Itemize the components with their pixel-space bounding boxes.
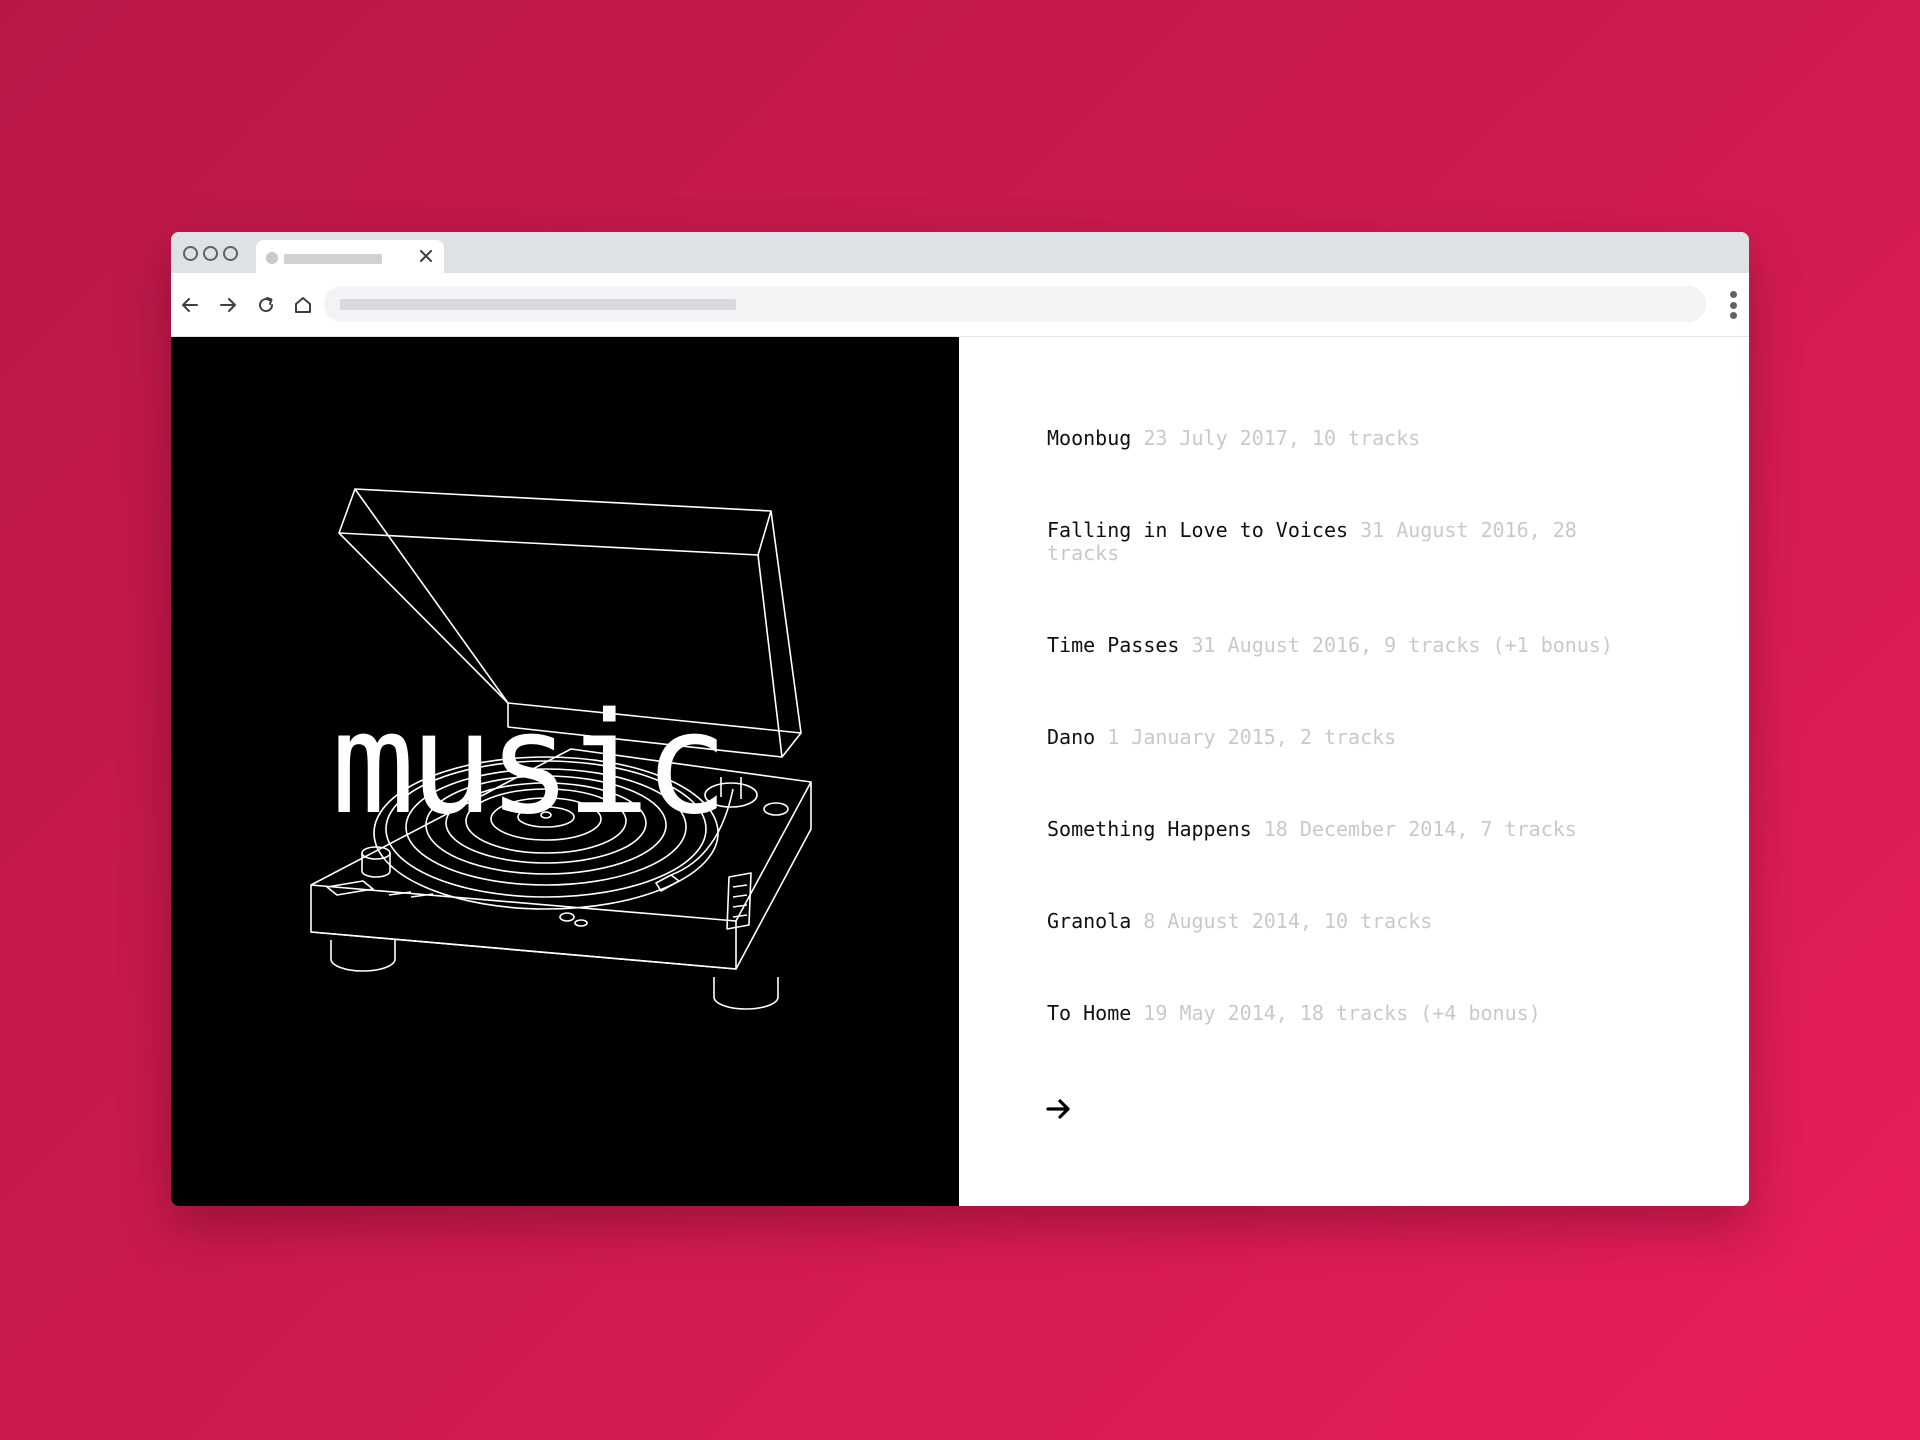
album-name[interactable]: Granola bbox=[1047, 909, 1131, 933]
album-item[interactable]: Something Happens 18 December 2014, 7 tr… bbox=[1047, 818, 1637, 841]
browser-window: music Moonbug 23 July 2017, 10 tracks Fal… bbox=[171, 232, 1749, 1206]
forward-arrow-icon[interactable] bbox=[216, 293, 240, 317]
hero-title: music bbox=[331, 683, 728, 846]
window-controls bbox=[183, 246, 238, 261]
tab-title-placeholder bbox=[284, 254, 382, 264]
album-name[interactable]: Dano bbox=[1047, 725, 1095, 749]
album-list: Moonbug 23 July 2017, 10 tracks Falling i… bbox=[1047, 427, 1637, 1094]
close-icon[interactable] bbox=[416, 246, 436, 266]
tab-strip bbox=[171, 232, 1749, 273]
address-bar[interactable] bbox=[324, 286, 1706, 322]
window-close-control[interactable] bbox=[183, 246, 198, 261]
hero-panel: music bbox=[171, 337, 959, 1206]
album-name[interactable]: Time Passes bbox=[1047, 633, 1179, 657]
album-meta: 18 December 2014, 7 tracks bbox=[1263, 817, 1577, 841]
album-meta: 31 August 2016, 9 tracks (+1 bonus) bbox=[1191, 633, 1613, 657]
home-icon[interactable] bbox=[291, 293, 315, 317]
album-item[interactable]: Time Passes 31 August 2016, 9 tracks (+1… bbox=[1047, 634, 1637, 657]
tab-favicon bbox=[266, 252, 278, 264]
album-name[interactable]: Moonbug bbox=[1047, 426, 1131, 450]
reload-icon[interactable] bbox=[254, 293, 278, 317]
album-item[interactable]: Dano 1 January 2015, 2 tracks bbox=[1047, 726, 1637, 749]
album-meta: 19 May 2014, 18 tracks (+4 bonus) bbox=[1143, 1001, 1541, 1025]
album-name[interactable]: Something Happens bbox=[1047, 817, 1252, 841]
album-item[interactable]: Falling in Love to Voices 31 August 2016… bbox=[1047, 519, 1637, 565]
window-minimize-control[interactable] bbox=[203, 246, 218, 261]
album-meta: 1 January 2015, 2 tracks bbox=[1107, 725, 1397, 749]
album-meta: 23 July 2017, 10 tracks bbox=[1143, 426, 1421, 450]
right-arrow-icon[interactable] bbox=[1045, 1095, 1073, 1123]
browser-tab[interactable] bbox=[256, 240, 444, 273]
page-content: music Moonbug 23 July 2017, 10 tracks Fal… bbox=[171, 337, 1749, 1206]
album-name[interactable]: To Home bbox=[1047, 1001, 1131, 1025]
back-arrow-icon[interactable] bbox=[178, 293, 202, 317]
url-placeholder bbox=[340, 299, 736, 310]
album-name[interactable]: Falling in Love to Voices bbox=[1047, 518, 1348, 542]
window-maximize-control[interactable] bbox=[223, 246, 238, 261]
browser-toolbar bbox=[171, 273, 1749, 337]
album-meta: 8 August 2014, 10 tracks bbox=[1143, 909, 1433, 933]
album-item[interactable]: Moonbug 23 July 2017, 10 tracks bbox=[1047, 427, 1637, 450]
album-item[interactable]: To Home 19 May 2014, 18 tracks (+4 bonus… bbox=[1047, 1002, 1637, 1025]
album-item[interactable]: Granola 8 August 2014, 10 tracks bbox=[1047, 910, 1637, 933]
album-list-panel: Moonbug 23 July 2017, 10 tracks Falling i… bbox=[959, 337, 1749, 1206]
kebab-menu-icon[interactable] bbox=[1727, 291, 1739, 319]
